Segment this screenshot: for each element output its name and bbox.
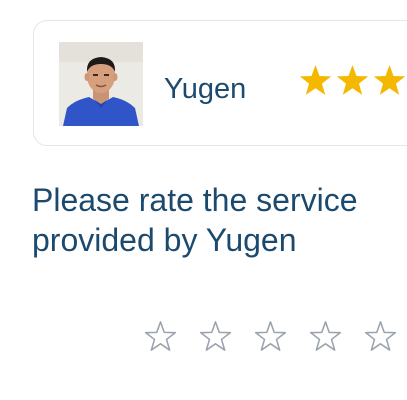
- rate-star-3[interactable]: [252, 318, 289, 355]
- rate-star-5[interactable]: [362, 318, 399, 355]
- filled-star-icon: [336, 64, 369, 95]
- empty-star-icon: [144, 321, 177, 351]
- rating-input: [142, 318, 399, 355]
- avatar-photo: [59, 42, 143, 126]
- filled-star-icon: [299, 64, 332, 95]
- filled-star-icon: [373, 64, 406, 95]
- empty-star-icon: [364, 321, 397, 351]
- empty-star-icon: [199, 321, 232, 351]
- rating-page: Yugen Please rate the service provided b…: [0, 0, 407, 400]
- empty-star-icon: [254, 321, 287, 351]
- rate-star-4[interactable]: [307, 318, 344, 355]
- avatar: [59, 42, 143, 126]
- provider-rating: [298, 63, 407, 98]
- provider-name: Yugen: [164, 73, 247, 105]
- provider-card: Yugen: [33, 20, 407, 146]
- empty-star-icon: [309, 321, 342, 351]
- rating-prompt: Please rate the service provided by Yuge…: [32, 182, 358, 258]
- rate-star-2[interactable]: [197, 318, 234, 355]
- rate-star-1[interactable]: [142, 318, 179, 355]
